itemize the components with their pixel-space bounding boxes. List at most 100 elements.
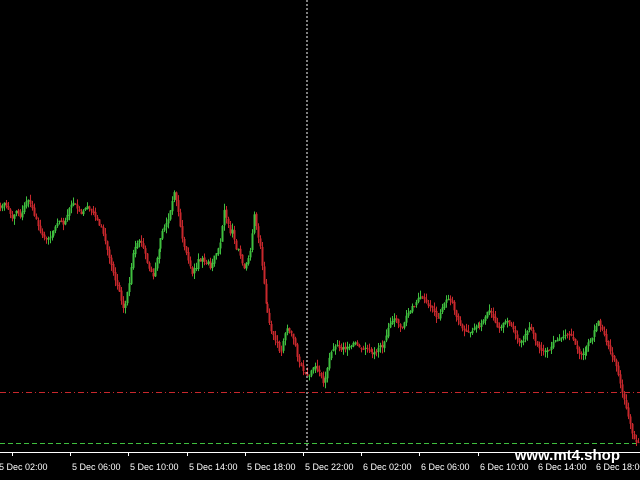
candle-body	[183, 238, 186, 247]
candle-body	[383, 341, 386, 349]
candle-body	[411, 306, 414, 312]
candle-body	[213, 255, 216, 264]
candle-body	[538, 344, 541, 349]
candle-body	[37, 220, 40, 227]
candle-body	[223, 210, 226, 226]
candle-body	[82, 210, 85, 215]
candle-body	[197, 258, 200, 270]
candle-body	[425, 299, 428, 303]
candle-body	[542, 349, 545, 351]
candle-body	[47, 238, 50, 240]
candle-body	[108, 249, 111, 259]
candle-body	[332, 349, 335, 352]
candle-body	[100, 226, 103, 228]
candle-body	[276, 341, 279, 343]
candle-body	[488, 310, 491, 313]
candle-body	[373, 352, 376, 355]
candle-body	[3, 202, 6, 206]
candle-body	[120, 290, 123, 301]
candle-body	[615, 360, 618, 367]
candle-body	[201, 258, 204, 262]
candle-body	[274, 335, 277, 341]
candle-body	[148, 262, 151, 269]
candle-body	[544, 351, 547, 353]
candle	[146, 252, 149, 264]
candle-body	[84, 208, 87, 210]
candle-body	[179, 212, 182, 227]
candle-body	[447, 299, 450, 301]
candle-body	[74, 203, 77, 205]
candle-body	[140, 240, 143, 243]
candle-body	[64, 220, 67, 225]
candle-body	[393, 318, 396, 322]
candle-body	[637, 441, 640, 443]
candle	[574, 338, 577, 345]
candle-body	[322, 376, 325, 384]
candle-body	[217, 248, 220, 254]
candle-body	[502, 322, 505, 328]
candle-body	[41, 231, 44, 236]
candle-body	[163, 227, 166, 231]
candle-body	[461, 324, 464, 329]
candle-body	[510, 323, 513, 326]
candle-body	[284, 333, 287, 341]
candle-body	[136, 242, 139, 248]
candle-body	[265, 283, 268, 304]
candle-body	[0, 205, 2, 208]
candle-body	[191, 267, 194, 275]
candle-body	[320, 372, 323, 377]
candle-body	[257, 226, 260, 238]
candle-body	[118, 285, 121, 292]
candle-body	[195, 268, 198, 270]
candle-body	[288, 328, 291, 331]
candle	[221, 224, 224, 242]
candle-body	[263, 266, 266, 284]
candle-body	[122, 300, 125, 308]
candle-body	[473, 328, 476, 330]
candle-body	[623, 393, 626, 400]
candle-body	[58, 220, 61, 223]
candle-body	[161, 230, 164, 239]
candle-body	[296, 344, 299, 357]
candle-body	[413, 305, 416, 307]
candle-body	[597, 321, 600, 326]
candle-body	[619, 374, 622, 384]
candle-body	[159, 238, 162, 249]
x-tick-label: 5 Dec 14:00	[189, 462, 238, 472]
candle-body	[421, 296, 424, 298]
candle-body	[114, 272, 117, 281]
candle-body	[68, 208, 71, 216]
candle-body	[364, 347, 367, 349]
candle-body	[578, 348, 581, 354]
candle-body	[591, 337, 594, 341]
candle-body	[526, 330, 529, 335]
candle-body	[247, 258, 250, 264]
candle-body	[536, 341, 539, 346]
candle-body	[613, 355, 616, 361]
candle-body	[49, 237, 52, 239]
candle-body	[593, 330, 596, 337]
candle-body	[368, 349, 371, 351]
candle-body	[435, 310, 438, 318]
candle-body	[328, 357, 331, 369]
candle-body	[609, 345, 612, 352]
candle-body	[86, 206, 89, 210]
candle-body	[116, 280, 119, 286]
candle-body	[522, 340, 525, 343]
candle-body	[514, 329, 517, 334]
candle-body	[15, 211, 18, 214]
candle-body	[17, 210, 20, 214]
candle-body	[617, 365, 620, 375]
candle-body	[389, 323, 392, 328]
candle-body	[290, 330, 293, 334]
candle-body	[465, 329, 468, 332]
candle-body	[500, 326, 503, 328]
candle-body	[496, 322, 499, 328]
candle-body	[92, 210, 95, 213]
x-tick-label: 5 Dec 06:00	[72, 462, 121, 472]
candle-body	[207, 261, 210, 264]
candle-body	[31, 204, 34, 209]
candle-body	[215, 253, 218, 256]
candle-body	[43, 234, 46, 238]
candle-body	[407, 312, 410, 316]
